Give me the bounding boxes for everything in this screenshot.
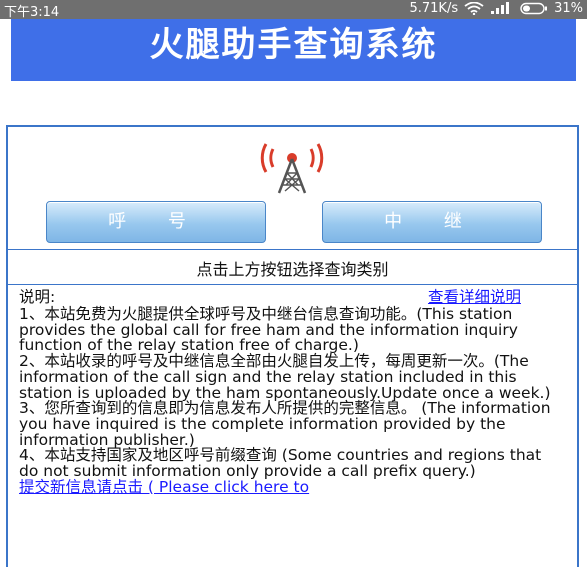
- note-item: 4、本站支持国家及地区呼号前缀查询 (Some countries and re…: [19, 446, 542, 481]
- notes-section: 说明: 查看详细说明 1、本站免费为火腿提供全球呼号及中继台信息查询功能。(Th…: [19, 288, 565, 496]
- network-speed: 5.71K/s: [409, 1, 459, 16]
- battery-percent: 31%: [554, 1, 583, 16]
- notes-label: 说明:: [19, 288, 56, 306]
- submit-link[interactable]: 提交新信息请点击 ( Please click here to: [19, 478, 309, 496]
- relay-button[interactable]: 中 继: [322, 201, 542, 243]
- battery-icon: [520, 2, 548, 15]
- divider: [8, 284, 577, 285]
- app-title: 火腿助手查询系统: [11, 19, 576, 81]
- status-bar: 下午3:14 5.71K/s 31%: [0, 0, 587, 20]
- note-item: 1、本站免费为火腿提供全球呼号及中继台信息查询功能。(This station …: [19, 305, 518, 355]
- notes-header: 说明: 查看详细说明: [19, 288, 565, 307]
- query-panel: 呼 号 中 继 点击上方按钮选择查询类别 说明: 查看详细说明 1、本站免费为火…: [6, 125, 579, 567]
- status-time: 下午3:14: [4, 5, 60, 20]
- note-item: 2、本站收录的呼号及中继信息全部由火腿自发上传，每周更新一次。(The info…: [19, 352, 551, 402]
- signal-icon: [491, 2, 510, 14]
- note-item: 3、您所查询到的信息即为信息发布人所提供的完整信息。 (The informat…: [19, 399, 551, 449]
- radio-tower-icon: [260, 143, 324, 194]
- status-right: 5.71K/s 31%: [409, 1, 583, 16]
- callsign-button[interactable]: 呼 号: [46, 201, 266, 243]
- wifi-icon: [464, 2, 484, 15]
- detail-link[interactable]: 查看详细说明: [428, 289, 521, 306]
- divider: [8, 249, 577, 250]
- hint-text: 点击上方按钮选择查询类别: [196, 260, 389, 279]
